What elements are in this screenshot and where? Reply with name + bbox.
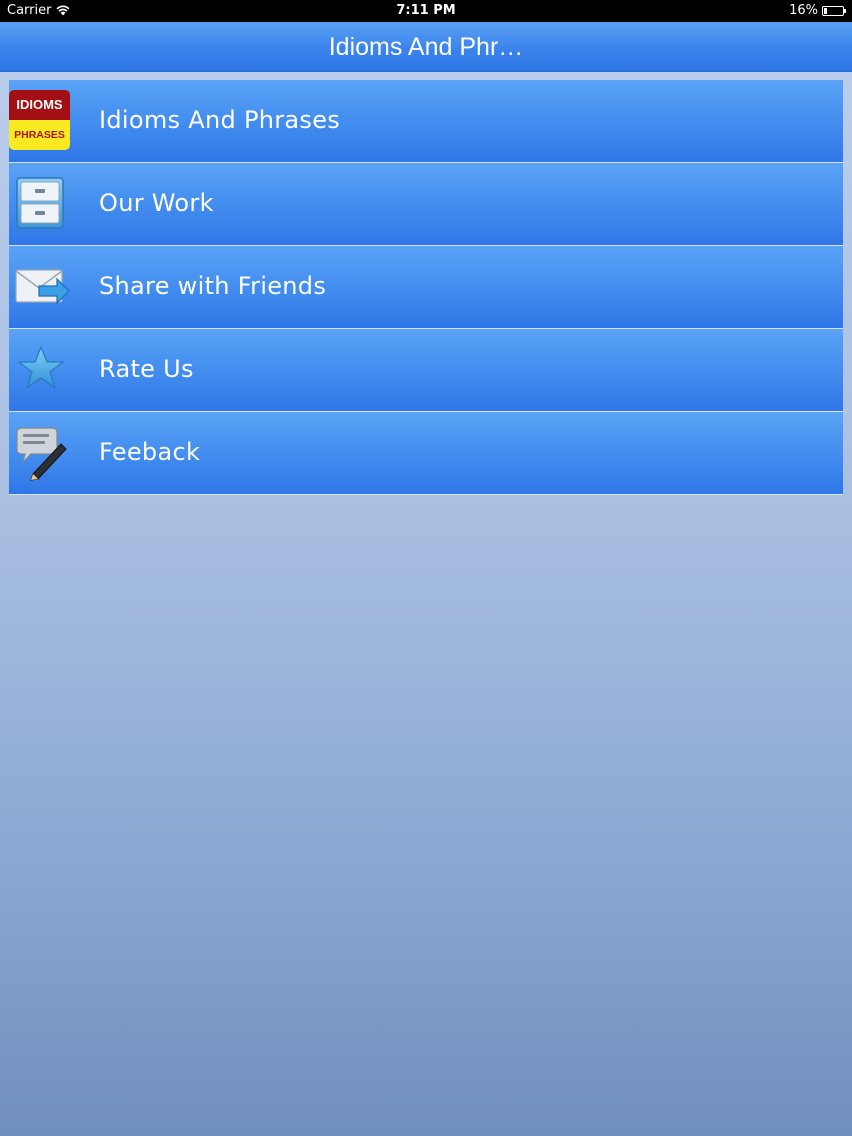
cabinet-icon [16, 177, 64, 229]
logo-bottom-text: PHRASES [9, 120, 70, 150]
idioms-phrases-logo-icon: IDIOMS PHRASES [9, 90, 70, 150]
feedback-chat-pen-icon [16, 427, 67, 481]
menu-item-label: Share with Friends [99, 272, 327, 300]
battery-percent: 16% [789, 3, 818, 18]
menu-item-label: Our Work [99, 189, 214, 217]
menu-item-share-with-friends[interactable]: Share with Friends [9, 246, 843, 329]
menu-item-feedback[interactable]: Feeback [9, 412, 843, 495]
status-right: 16% [789, 3, 846, 18]
status-bar: Carrier 7:11 PM 16% [0, 0, 852, 22]
menu-list: IDIOMS PHRASES Idioms And Phrases Our Wo… [9, 80, 843, 495]
menu-item-label: Rate Us [99, 355, 194, 383]
nav-bar: Idioms And Phr… [0, 22, 852, 72]
nav-title: Idioms And Phr… [328, 33, 524, 61]
star-icon [18, 346, 64, 389]
logo-top-text: IDIOMS [9, 90, 70, 120]
menu-item-label: Feeback [99, 438, 201, 466]
menu-item-rate-us[interactable]: Rate Us [9, 329, 843, 412]
menu-item-label: Idioms And Phrases [99, 106, 341, 134]
battery-level [824, 7, 827, 14]
mail-share-icon [15, 269, 70, 305]
battery-icon [822, 5, 846, 16]
menu-item-our-work[interactable]: Our Work [9, 163, 843, 246]
menu-item-idioms-and-phrases[interactable]: IDIOMS PHRASES Idioms And Phrases [9, 80, 843, 163]
status-time: 7:11 PM [396, 3, 456, 18]
